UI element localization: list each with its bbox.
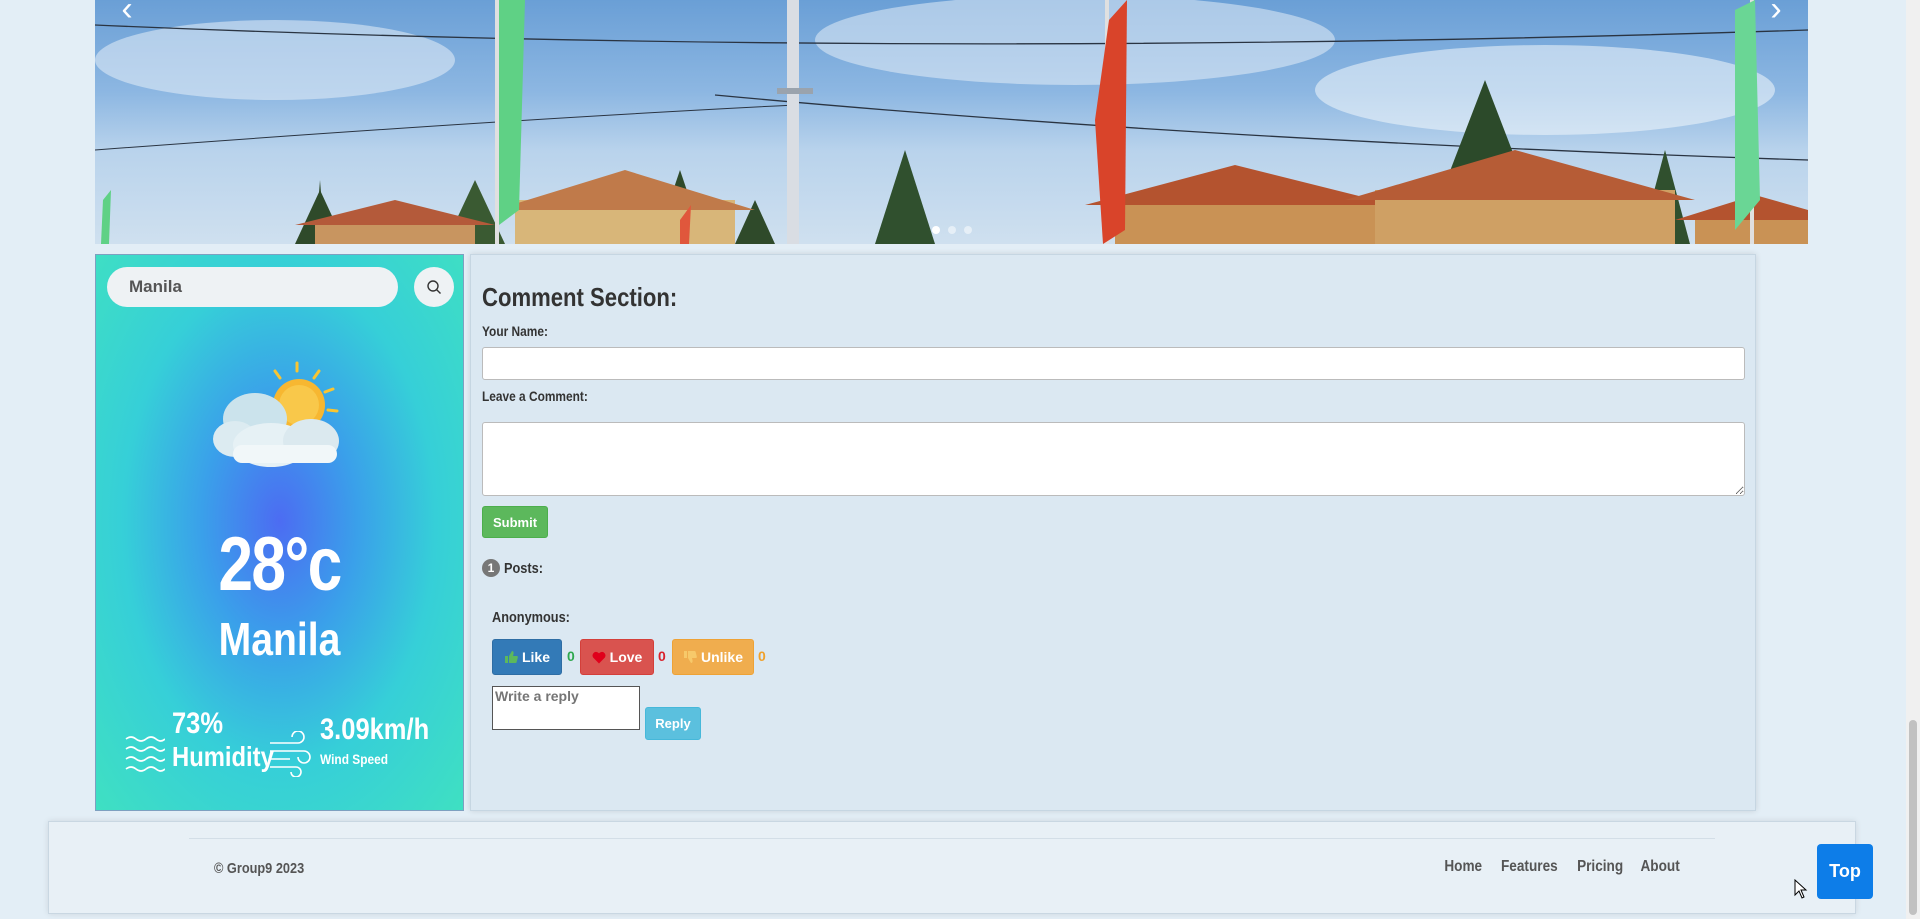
post-author: Anonymous: (492, 609, 570, 626)
copyright: © Group9 2023 (214, 860, 305, 877)
weather-widget: 28°c Manila 73% Humidity (95, 254, 464, 811)
wind-speed-label: Wind Speed (320, 751, 388, 767)
thumbs-up-icon (504, 651, 518, 663)
city-name: Manila (218, 613, 341, 665)
humidity-waves-icon (125, 736, 165, 772)
scrollbar-thumb[interactable] (1909, 720, 1917, 915)
posts-count-badge: 1 (482, 559, 500, 577)
comment-label: Leave a Comment: (482, 388, 588, 404)
mouse-cursor-icon (1794, 879, 1808, 899)
posts-label: Posts: (504, 559, 543, 577)
footer-link-features[interactable]: Features (1501, 858, 1558, 876)
carousel-indicator-2[interactable] (947, 226, 956, 234)
love-label: Love (609, 649, 643, 665)
city-search-input[interactable] (107, 267, 398, 307)
footer: © Group9 2023 Home Features Pricing Abou… (48, 821, 1856, 914)
love-count: 0 (658, 648, 666, 664)
carousel-slide-image (95, 0, 1808, 244)
like-button[interactable]: Like (492, 639, 562, 675)
thumbs-down-icon (683, 651, 697, 663)
partly-cloudy-icon (213, 361, 339, 467)
name-label: Your Name: (482, 323, 548, 339)
reply-button[interactable]: Reply (645, 707, 701, 740)
temperature: 28°c (218, 522, 342, 607)
posts-header: 1 Posts: (482, 559, 550, 577)
wind-icon (270, 731, 311, 777)
reply-textarea[interactable] (492, 686, 640, 730)
like-label: Like (521, 649, 550, 665)
carousel-indicators (95, 226, 1808, 234)
carousel-indicator-1[interactable] (931, 226, 940, 234)
carousel-indicator-3[interactable] (963, 226, 972, 234)
footer-link-home[interactable]: Home (1445, 858, 1483, 876)
love-button[interactable]: Love (580, 639, 654, 675)
city-search-button[interactable] (414, 267, 454, 307)
footer-link-pricing[interactable]: Pricing (1577, 858, 1623, 876)
comment-textarea[interactable] (482, 422, 1745, 496)
wind-speed-value: 3.09km/h (320, 713, 430, 746)
footer-divider (189, 838, 1715, 839)
comment-section: Comment Section: Your Name: Leave a Comm… (470, 254, 1756, 811)
carousel-prev-button[interactable]: ‹ (109, 0, 145, 30)
like-count: 0 (567, 648, 575, 664)
humidity-value: 73% (172, 707, 224, 740)
page-scrollbar[interactable] (1906, 0, 1920, 919)
unlike-label: Unlike (700, 649, 743, 665)
heart-icon (592, 651, 606, 663)
footer-nav: Home Features Pricing About (1441, 858, 1683, 876)
submit-button[interactable]: Submit (482, 506, 548, 538)
unlike-button[interactable]: Unlike (672, 639, 754, 675)
image-carousel: ‹ › (95, 0, 1808, 244)
name-input[interactable] (482, 347, 1745, 380)
carousel-next-button[interactable]: › (1758, 0, 1794, 30)
page: ‹ › Manila 28°c Manila 73% Humidity 3.09… (0, 0, 1920, 919)
back-to-top-button[interactable]: Top (1817, 844, 1873, 899)
unlike-count: 0 (758, 648, 766, 664)
humidity-label: Humidity (172, 741, 274, 772)
search-icon (427, 280, 441, 294)
footer-link-about[interactable]: About (1640, 858, 1679, 876)
comment-section-title: Comment Section: (482, 282, 678, 312)
